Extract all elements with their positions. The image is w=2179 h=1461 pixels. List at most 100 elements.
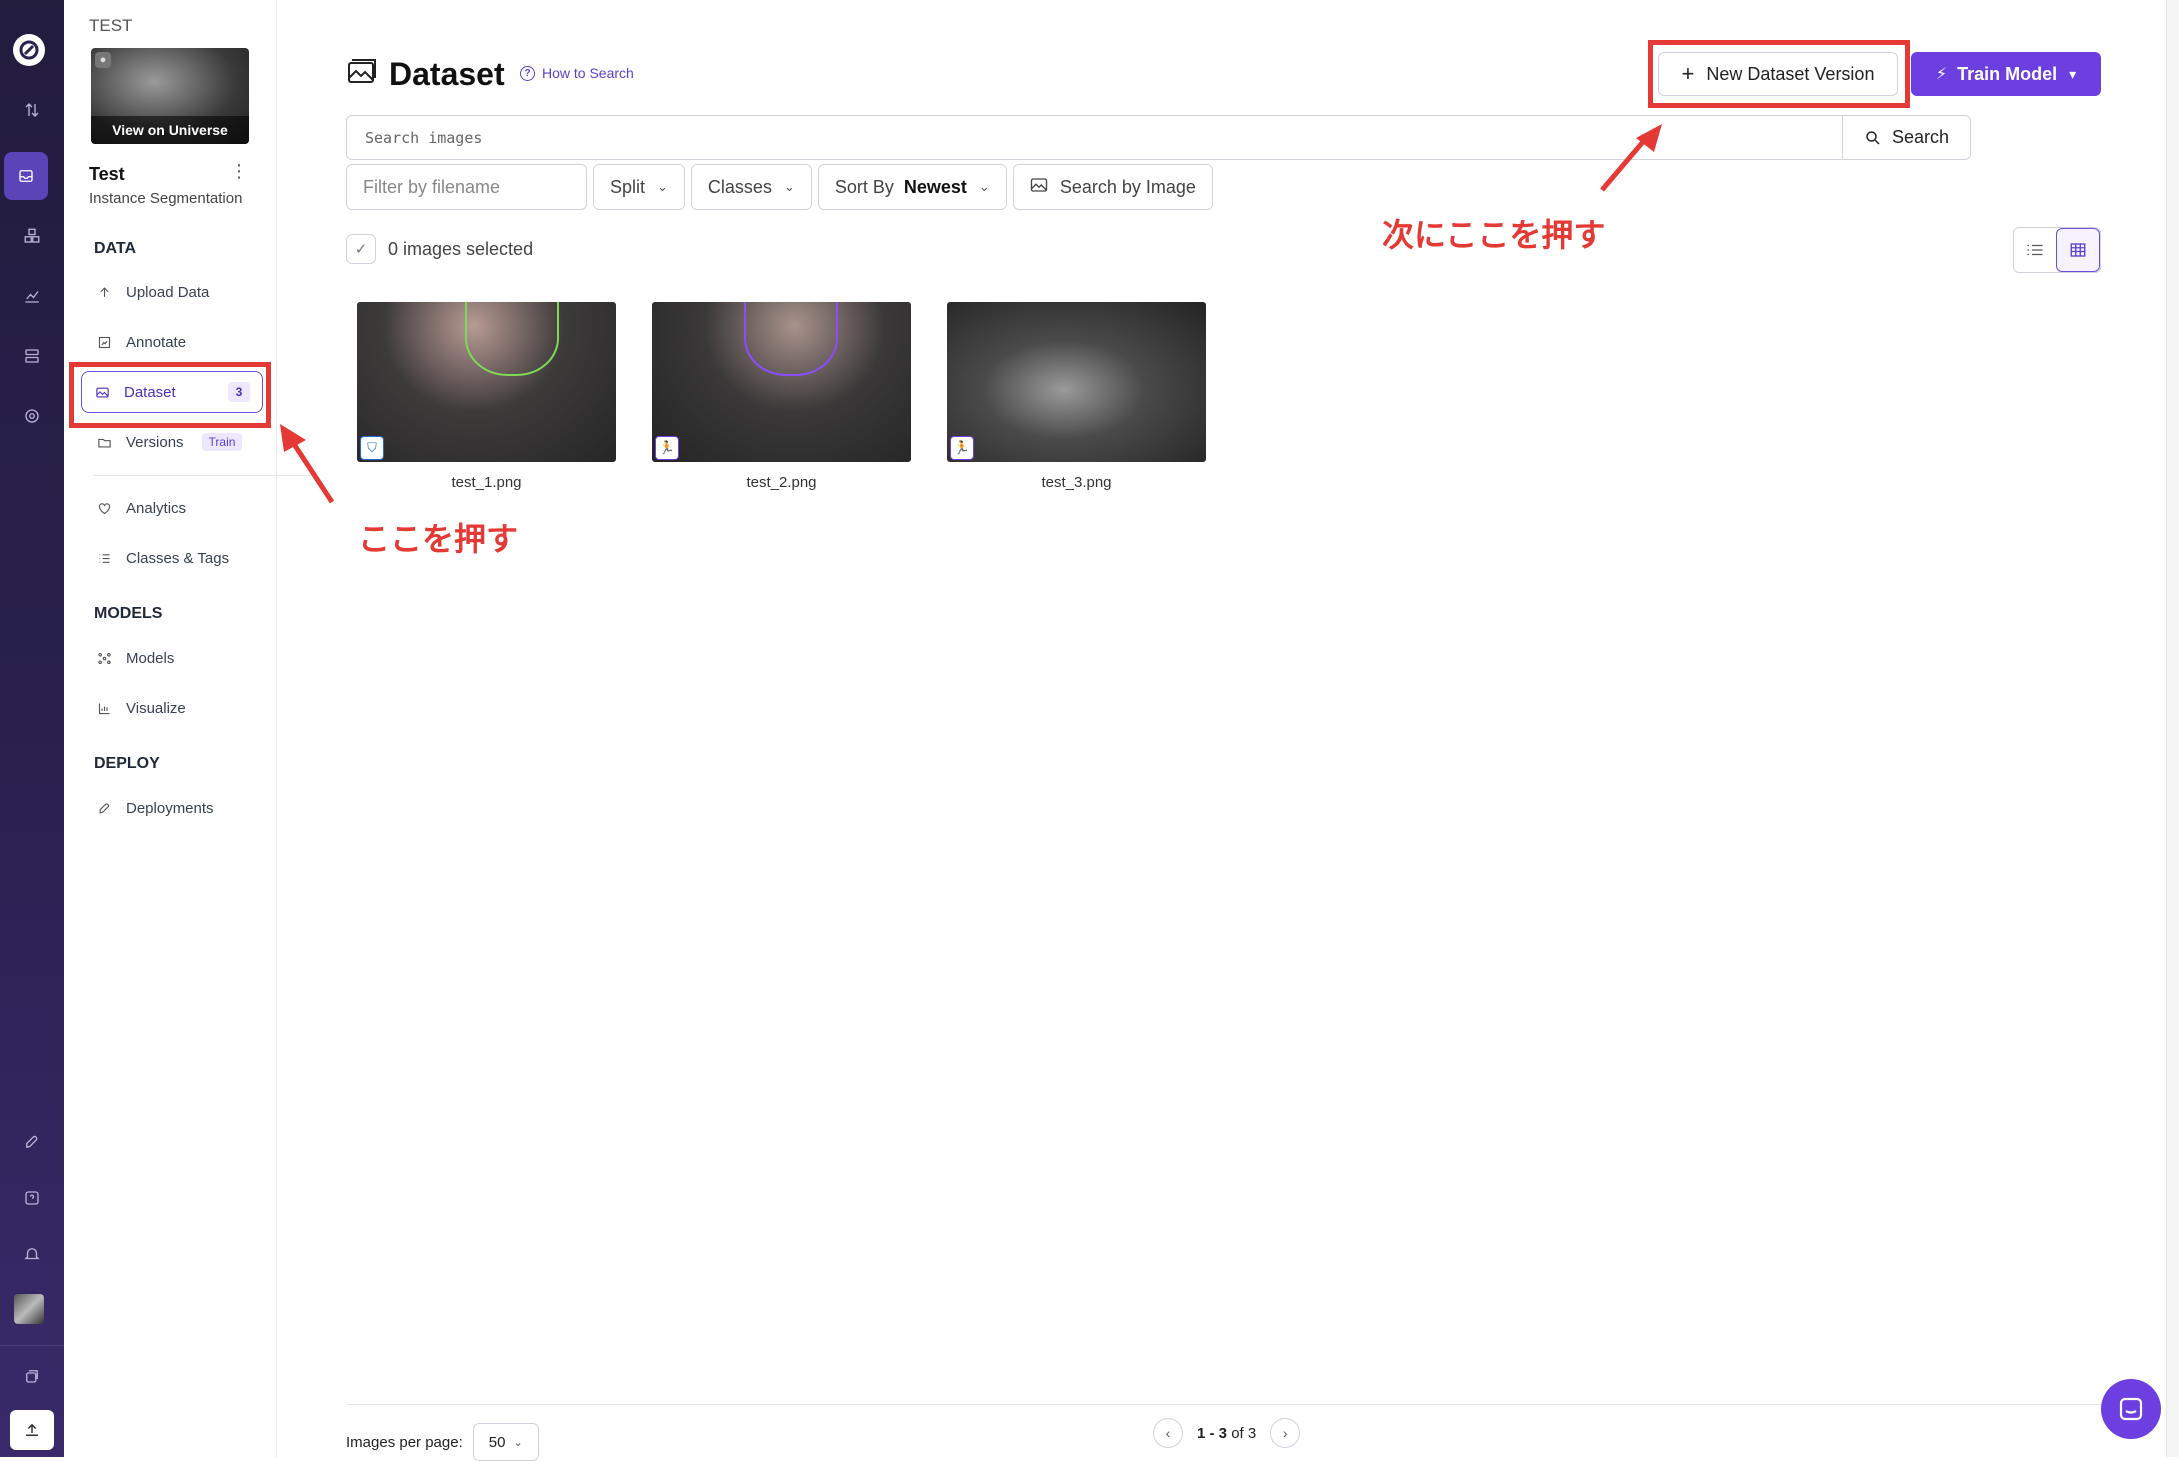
chat-support-button[interactable] <box>2101 1379 2161 1439</box>
images-per-page: Images per page: 50 ⌄ <box>346 1423 539 1461</box>
how-to-search-link[interactable]: ? How to Search <box>520 65 634 81</box>
split-dropdown[interactable]: Split ⌄ <box>593 164 685 210</box>
rail-divider <box>0 1345 64 1346</box>
rocket-icon[interactable] <box>12 1122 52 1162</box>
image-card[interactable]: 🏃 test_2.png <box>652 302 911 491</box>
user-avatar[interactable] <box>14 1294 44 1324</box>
select-all-checkbox[interactable]: ✓ <box>346 234 376 264</box>
selection-count: 0 images selected <box>388 238 534 259</box>
chart-icon[interactable] <box>12 276 52 316</box>
filename-filter-input[interactable]: Filter by filename <box>346 164 587 210</box>
pagination: ‹ 1 - 3 of 3 › <box>1153 1418 1301 1448</box>
grid-view-button[interactable] <box>2056 228 2100 272</box>
chevron-down-icon: ▾ <box>2069 65 2077 82</box>
list-view-button[interactable] <box>2014 228 2056 272</box>
search-icon <box>1866 130 1880 145</box>
sort-label: Sort By <box>834 176 894 197</box>
image-thumbnail[interactable]: 🏃 <box>652 302 911 462</box>
section-data: DATA <box>94 240 137 257</box>
scrollbar[interactable] <box>2166 0 2179 1457</box>
page-title: Dataset <box>389 56 505 92</box>
image-thumbnail[interactable]: 🏃 <box>947 302 1206 462</box>
prev-page-button[interactable]: ‹ <box>1153 1418 1183 1448</box>
view-on-universe-button[interactable]: View on Universe <box>91 116 249 144</box>
annotate-icon <box>96 334 112 350</box>
rocket-icon <box>96 800 112 816</box>
gear-icon[interactable] <box>12 396 52 436</box>
sidebar-item-label: Models <box>126 649 175 667</box>
sidebar-item-label: Classes & Tags <box>126 549 230 567</box>
search-by-image-label: Search by Image <box>1059 176 1196 197</box>
search-by-image-button[interactable]: Search by Image <box>1012 164 1213 210</box>
annotation-second-step: 次にここを押す <box>1382 216 1606 254</box>
image-card[interactable]: ⛉ test_1.png <box>357 302 616 491</box>
page-range: 1 - 3 of 3 <box>1197 1425 1256 1442</box>
main-content: Dataset ? How to Search + New Dataset Ve… <box>277 0 2179 1461</box>
per-page-label: Images per page: <box>346 1433 463 1451</box>
question-icon: ? <box>520 65 535 81</box>
image-filename: test_3.png <box>1041 474 1112 491</box>
section-models: MODELS <box>94 605 163 622</box>
bell-icon[interactable] <box>12 1234 52 1274</box>
sidebar-item-annotate[interactable]: Annotate <box>84 322 274 362</box>
sidebar-item-label: Annotate <box>126 333 187 351</box>
library-icon[interactable] <box>12 1356 52 1396</box>
project-name: Test <box>89 164 125 184</box>
kebab-menu-icon[interactable]: ⋮ <box>230 162 248 180</box>
how-to-search-label: How to Search <box>542 65 634 81</box>
project-thumbnail[interactable]: ● View on Universe <box>91 48 249 144</box>
database-icon[interactable] <box>12 336 52 376</box>
sidebar-item-models[interactable]: Models <box>84 638 274 678</box>
classes-label: Classes <box>707 176 772 197</box>
upload-arrow-icon <box>96 284 112 300</box>
sidebar-item-classes-tags[interactable]: Classes & Tags <box>84 538 274 578</box>
train-model-label: Train Model <box>1957 63 2058 84</box>
chat-icon <box>2119 1397 2143 1421</box>
sidebar-item-label: Deployments <box>126 799 214 817</box>
search-bar: Search <box>346 115 1971 160</box>
bolt-icon: ⚡ <box>1935 66 1948 83</box>
icon-rail <box>0 0 64 1457</box>
sort-dropdown[interactable]: Sort By Newest ⌄ <box>817 164 1007 210</box>
project-type: Instance Segmentation <box>89 190 243 207</box>
image-icon <box>347 59 377 90</box>
page-range-value: 1 - 3 <box>1197 1424 1228 1442</box>
train-model-button[interactable]: ⚡ Train Model ▾ <box>1911 52 2101 96</box>
search-button-label: Search <box>1891 127 1950 147</box>
sidebar-item-analytics[interactable]: Analytics <box>84 488 274 528</box>
segmentation-mask <box>744 302 838 376</box>
chevron-down-icon: ⌄ <box>783 179 795 194</box>
train-split-icon: 🏃 <box>655 436 679 460</box>
image-thumbnail[interactable]: ⛉ <box>357 302 616 462</box>
workspace-name: TEST <box>89 16 133 35</box>
chevron-down-icon: ⌄ <box>978 179 990 194</box>
cubes-icon[interactable] <box>12 216 52 256</box>
annotation-arrow <box>1600 124 1662 192</box>
section-deploy: DEPLOY <box>94 755 160 772</box>
sidebar-item-versions[interactable]: Versions Train <box>84 422 274 462</box>
help-icon[interactable] <box>12 1178 52 1218</box>
image-grid: ⛉ test_1.png 🏃 test_2.png 🏃 test_3.png <box>357 302 1206 491</box>
list-icon <box>96 550 112 566</box>
classes-dropdown[interactable]: Classes ⌄ <box>690 164 812 210</box>
page-title-row: Dataset <box>347 56 505 93</box>
swap-icon[interactable] <box>12 90 52 130</box>
sidebar-item-label: Analytics <box>126 499 187 517</box>
sidebar-item-upload-data[interactable]: Upload Data <box>84 272 274 312</box>
search-button[interactable]: Search <box>1842 116 1970 159</box>
sidebar-item-visualize[interactable]: Visualize <box>84 688 274 728</box>
sidebar-item-deployments[interactable]: Deployments <box>84 788 274 828</box>
list-icon <box>2027 244 2043 256</box>
inbox-icon[interactable] <box>4 152 48 200</box>
heart-icon <box>96 500 112 516</box>
view-toggle <box>2013 227 2101 273</box>
per-page-select[interactable]: 50 ⌄ <box>472 1423 539 1461</box>
image-card[interactable]: 🏃 test_3.png <box>947 302 1206 491</box>
train-badge: Train <box>201 433 243 451</box>
next-page-button[interactable]: › <box>1270 1418 1301 1448</box>
roboflow-logo-icon[interactable] <box>13 34 45 66</box>
highlight-box-new-version <box>1648 40 1910 108</box>
upload-icon[interactable] <box>10 1410 54 1450</box>
per-page-value: 50 <box>488 1433 506 1451</box>
valid-split-icon: ⛉ <box>360 436 384 460</box>
